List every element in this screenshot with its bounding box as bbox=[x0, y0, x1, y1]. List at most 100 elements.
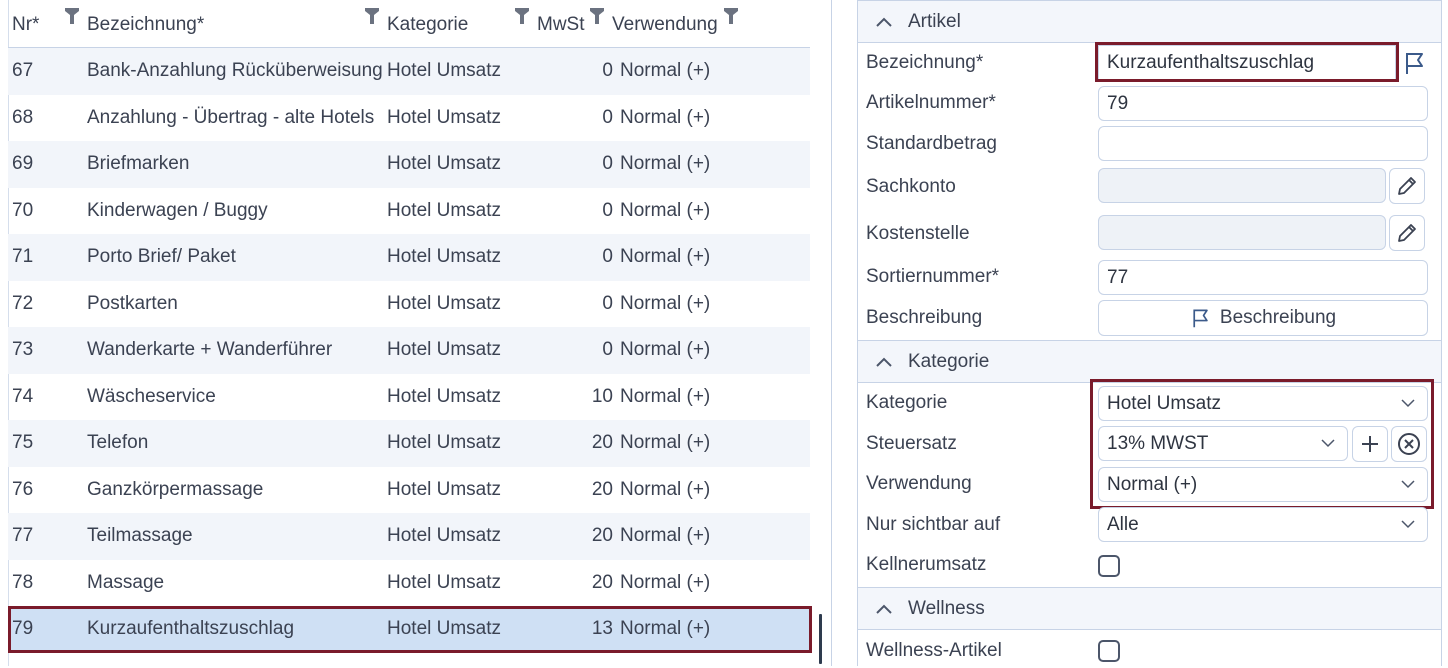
cell-nr: 75 bbox=[12, 432, 34, 454]
cell-bezeichnung: Wäscheservice bbox=[87, 385, 216, 407]
column-header-bezeichnung[interactable]: Bezeichnung* bbox=[87, 0, 204, 48]
filter-icon[interactable] bbox=[515, 8, 529, 24]
cell-nr: 76 bbox=[12, 478, 34, 500]
table-row[interactable]: 67 Bank-Anzahlung Rücküberweisung Hotel Um… bbox=[8, 48, 810, 95]
cell-mwst: 0 bbox=[602, 292, 613, 314]
beschreibung-label: Beschreibung bbox=[866, 307, 983, 328]
filter-icon[interactable] bbox=[65, 8, 79, 24]
cell-kategorie: Hotel Umsatz bbox=[387, 292, 502, 314]
sachkonto-field bbox=[1098, 168, 1386, 203]
flag-icon[interactable] bbox=[1402, 50, 1428, 76]
verwendung-select[interactable]: Normal (+) bbox=[1098, 467, 1428, 502]
column-header-kategorie[interactable]: Kategorie bbox=[387, 0, 468, 48]
cell-nr: 73 bbox=[12, 339, 34, 361]
cell-mwst: 0 bbox=[602, 60, 613, 82]
cell-verwendung: Normal (+) bbox=[620, 618, 711, 640]
kellnerumsatz-label: Kellnerumsatz bbox=[866, 554, 987, 575]
grid-body: 67 Bank-Anzahlung Rücküberweisung Hotel Um… bbox=[8, 48, 810, 653]
steuersatz-clear-button[interactable] bbox=[1391, 426, 1427, 462]
sichtbar-value: Alle bbox=[1107, 513, 1139, 535]
cell-verwendung: Normal (+) bbox=[620, 525, 711, 547]
table-row[interactable]: 68 Anzahlung - Übertrag - alte Hotels Hote… bbox=[8, 95, 810, 142]
table-row[interactable]: 72 Postkarten Hotel Umsatz 0 Normal (+) bbox=[8, 281, 810, 328]
cell-bezeichnung: Ganzkörpermassage bbox=[87, 478, 264, 500]
cell-verwendung: Normal (+) bbox=[620, 292, 711, 314]
wellness-artikel-checkbox[interactable] bbox=[1098, 640, 1120, 662]
table-row[interactable]: 77 Teilmassage Hotel Umsatz 20 Normal (+) bbox=[8, 513, 810, 560]
chevron-down-icon bbox=[1401, 399, 1415, 408]
cell-mwst: 20 bbox=[591, 478, 613, 500]
table-row[interactable]: 74 Wäscheservice Hotel Umsatz 10 Normal (+) bbox=[8, 374, 810, 421]
cell-mwst: 0 bbox=[602, 246, 613, 268]
section-kategorie-header[interactable]: Kategorie bbox=[858, 340, 1441, 383]
table-row[interactable]: 78 Massage Hotel Umsatz 20 Normal (+) bbox=[8, 560, 810, 607]
kategorie-select[interactable]: Hotel Umsatz bbox=[1098, 386, 1428, 421]
sichtbar-select[interactable]: Alle bbox=[1098, 507, 1428, 542]
column-header-verwendung[interactable]: Verwendung bbox=[612, 0, 718, 48]
kostenstelle-field bbox=[1098, 215, 1386, 250]
cell-verwendung: Normal (+) bbox=[620, 432, 711, 454]
table-row[interactable]: 73 Wanderkarte + Wanderführer Hotel Umsatz… bbox=[8, 327, 810, 374]
sichtbar-label: Nur sichtbar auf bbox=[866, 514, 1001, 535]
chevron-down-icon bbox=[1401, 480, 1415, 489]
pencil-icon bbox=[1398, 224, 1416, 242]
filter-icon[interactable] bbox=[724, 8, 738, 24]
column-header-mwst[interactable]: MwSt bbox=[537, 0, 585, 48]
section-artikel-title: Artikel bbox=[908, 10, 961, 32]
bezeichnung-field[interactable]: Kurzaufenthaltszuschlag bbox=[1098, 45, 1396, 80]
grid-header: Nr* Bezeichnung* Kategorie MwSt Verwendu… bbox=[8, 0, 810, 48]
cell-verwendung: Normal (+) bbox=[620, 385, 711, 407]
cell-kategorie: Hotel Umsatz bbox=[387, 525, 502, 547]
section-wellness-header[interactable]: Wellness bbox=[858, 587, 1441, 630]
table-row[interactable]: 76 Ganzkörpermassage Hotel Umsatz 20 Normal … bbox=[8, 467, 810, 514]
filter-icon[interactable] bbox=[365, 8, 379, 24]
cell-mwst: 10 bbox=[591, 385, 613, 407]
cell-verwendung: Normal (+) bbox=[620, 246, 711, 268]
cell-bezeichnung: Porto Brief/ Paket bbox=[87, 246, 236, 268]
cell-nr: 72 bbox=[12, 292, 34, 314]
cell-kategorie: Hotel Umsatz bbox=[387, 339, 502, 361]
cell-kategorie: Hotel Umsatz bbox=[387, 618, 502, 640]
table-row[interactable]: 70 Kinderwagen / Buggy Hotel Umsatz 0 Normal… bbox=[8, 188, 810, 235]
article-grid: Nr* Bezeichnung* Kategorie MwSt Verwendu… bbox=[0, 0, 832, 666]
beschreibung-button[interactable]: Beschreibung bbox=[1098, 300, 1428, 336]
cell-kategorie: Hotel Umsatz bbox=[387, 385, 502, 407]
table-row[interactable]: 69 Briefmarken Hotel Umsatz 0 Normal (+) bbox=[8, 141, 810, 188]
kostenstelle-edit-button[interactable] bbox=[1389, 215, 1425, 251]
cell-verwendung: Normal (+) bbox=[620, 571, 711, 593]
sachkonto-edit-button[interactable] bbox=[1389, 168, 1425, 204]
kategorie-value: Hotel Umsatz bbox=[1107, 392, 1222, 414]
steuersatz-label: Steuersatz bbox=[866, 433, 957, 454]
column-header-bezeichnung-label: Bezeichnung* bbox=[87, 13, 205, 35]
kellnerumsatz-checkbox[interactable] bbox=[1098, 555, 1120, 577]
beschreibung-button-label: Beschreibung bbox=[1219, 307, 1337, 328]
cell-verwendung: Normal (+) bbox=[620, 199, 711, 221]
section-artikel-header[interactable]: Artikel bbox=[858, 0, 1441, 43]
sortiernummer-field[interactable]: 77 bbox=[1098, 260, 1428, 295]
column-header-nr[interactable]: Nr* bbox=[12, 0, 39, 48]
table-row[interactable]: 75 Telefon Hotel Umsatz 20 Normal (+) bbox=[8, 420, 810, 467]
column-header-nr-label: Nr* bbox=[12, 13, 40, 35]
column-header-kategorie-label: Kategorie bbox=[387, 13, 469, 35]
steuersatz-add-button[interactable] bbox=[1352, 426, 1388, 462]
table-row[interactable]: 79 Kurzaufenthaltszuschlag Hotel Umsatz 13 N… bbox=[8, 606, 810, 653]
table-row[interactable]: 71 Porto Brief/ Paket Hotel Umsatz 0 Normal … bbox=[8, 234, 810, 281]
cell-bezeichnung: Wanderkarte + Wanderführer bbox=[87, 339, 333, 361]
cell-nr: 68 bbox=[12, 106, 34, 128]
cell-mwst: 0 bbox=[602, 199, 613, 221]
wellness-artikel-label: Wellness-Artikel bbox=[866, 640, 1002, 661]
clear-circle-icon bbox=[1398, 433, 1420, 455]
grid-scrollbar[interactable] bbox=[819, 614, 822, 664]
detail-panel: Artikel Bezeichnung* Kurzaufenthaltszusc… bbox=[857, 0, 1442, 666]
bezeichnung-value: Kurzaufenthaltszuschlag bbox=[1107, 51, 1315, 73]
cell-kategorie: Hotel Umsatz bbox=[387, 246, 502, 268]
cell-bezeichnung: Anzahlung - Übertrag - alte Hotels bbox=[87, 106, 375, 128]
filter-icon[interactable] bbox=[590, 8, 604, 24]
steuersatz-select[interactable]: 13% MWST bbox=[1098, 426, 1348, 461]
cell-nr: 74 bbox=[12, 385, 34, 407]
cell-bezeichnung: Briefmarken bbox=[87, 153, 190, 175]
artikelnummer-field[interactable]: 79 bbox=[1098, 86, 1428, 121]
kostenstelle-label: Kostenstelle bbox=[866, 223, 970, 244]
standardbetrag-field[interactable] bbox=[1098, 126, 1428, 161]
section-kategorie-title: Kategorie bbox=[908, 350, 990, 372]
